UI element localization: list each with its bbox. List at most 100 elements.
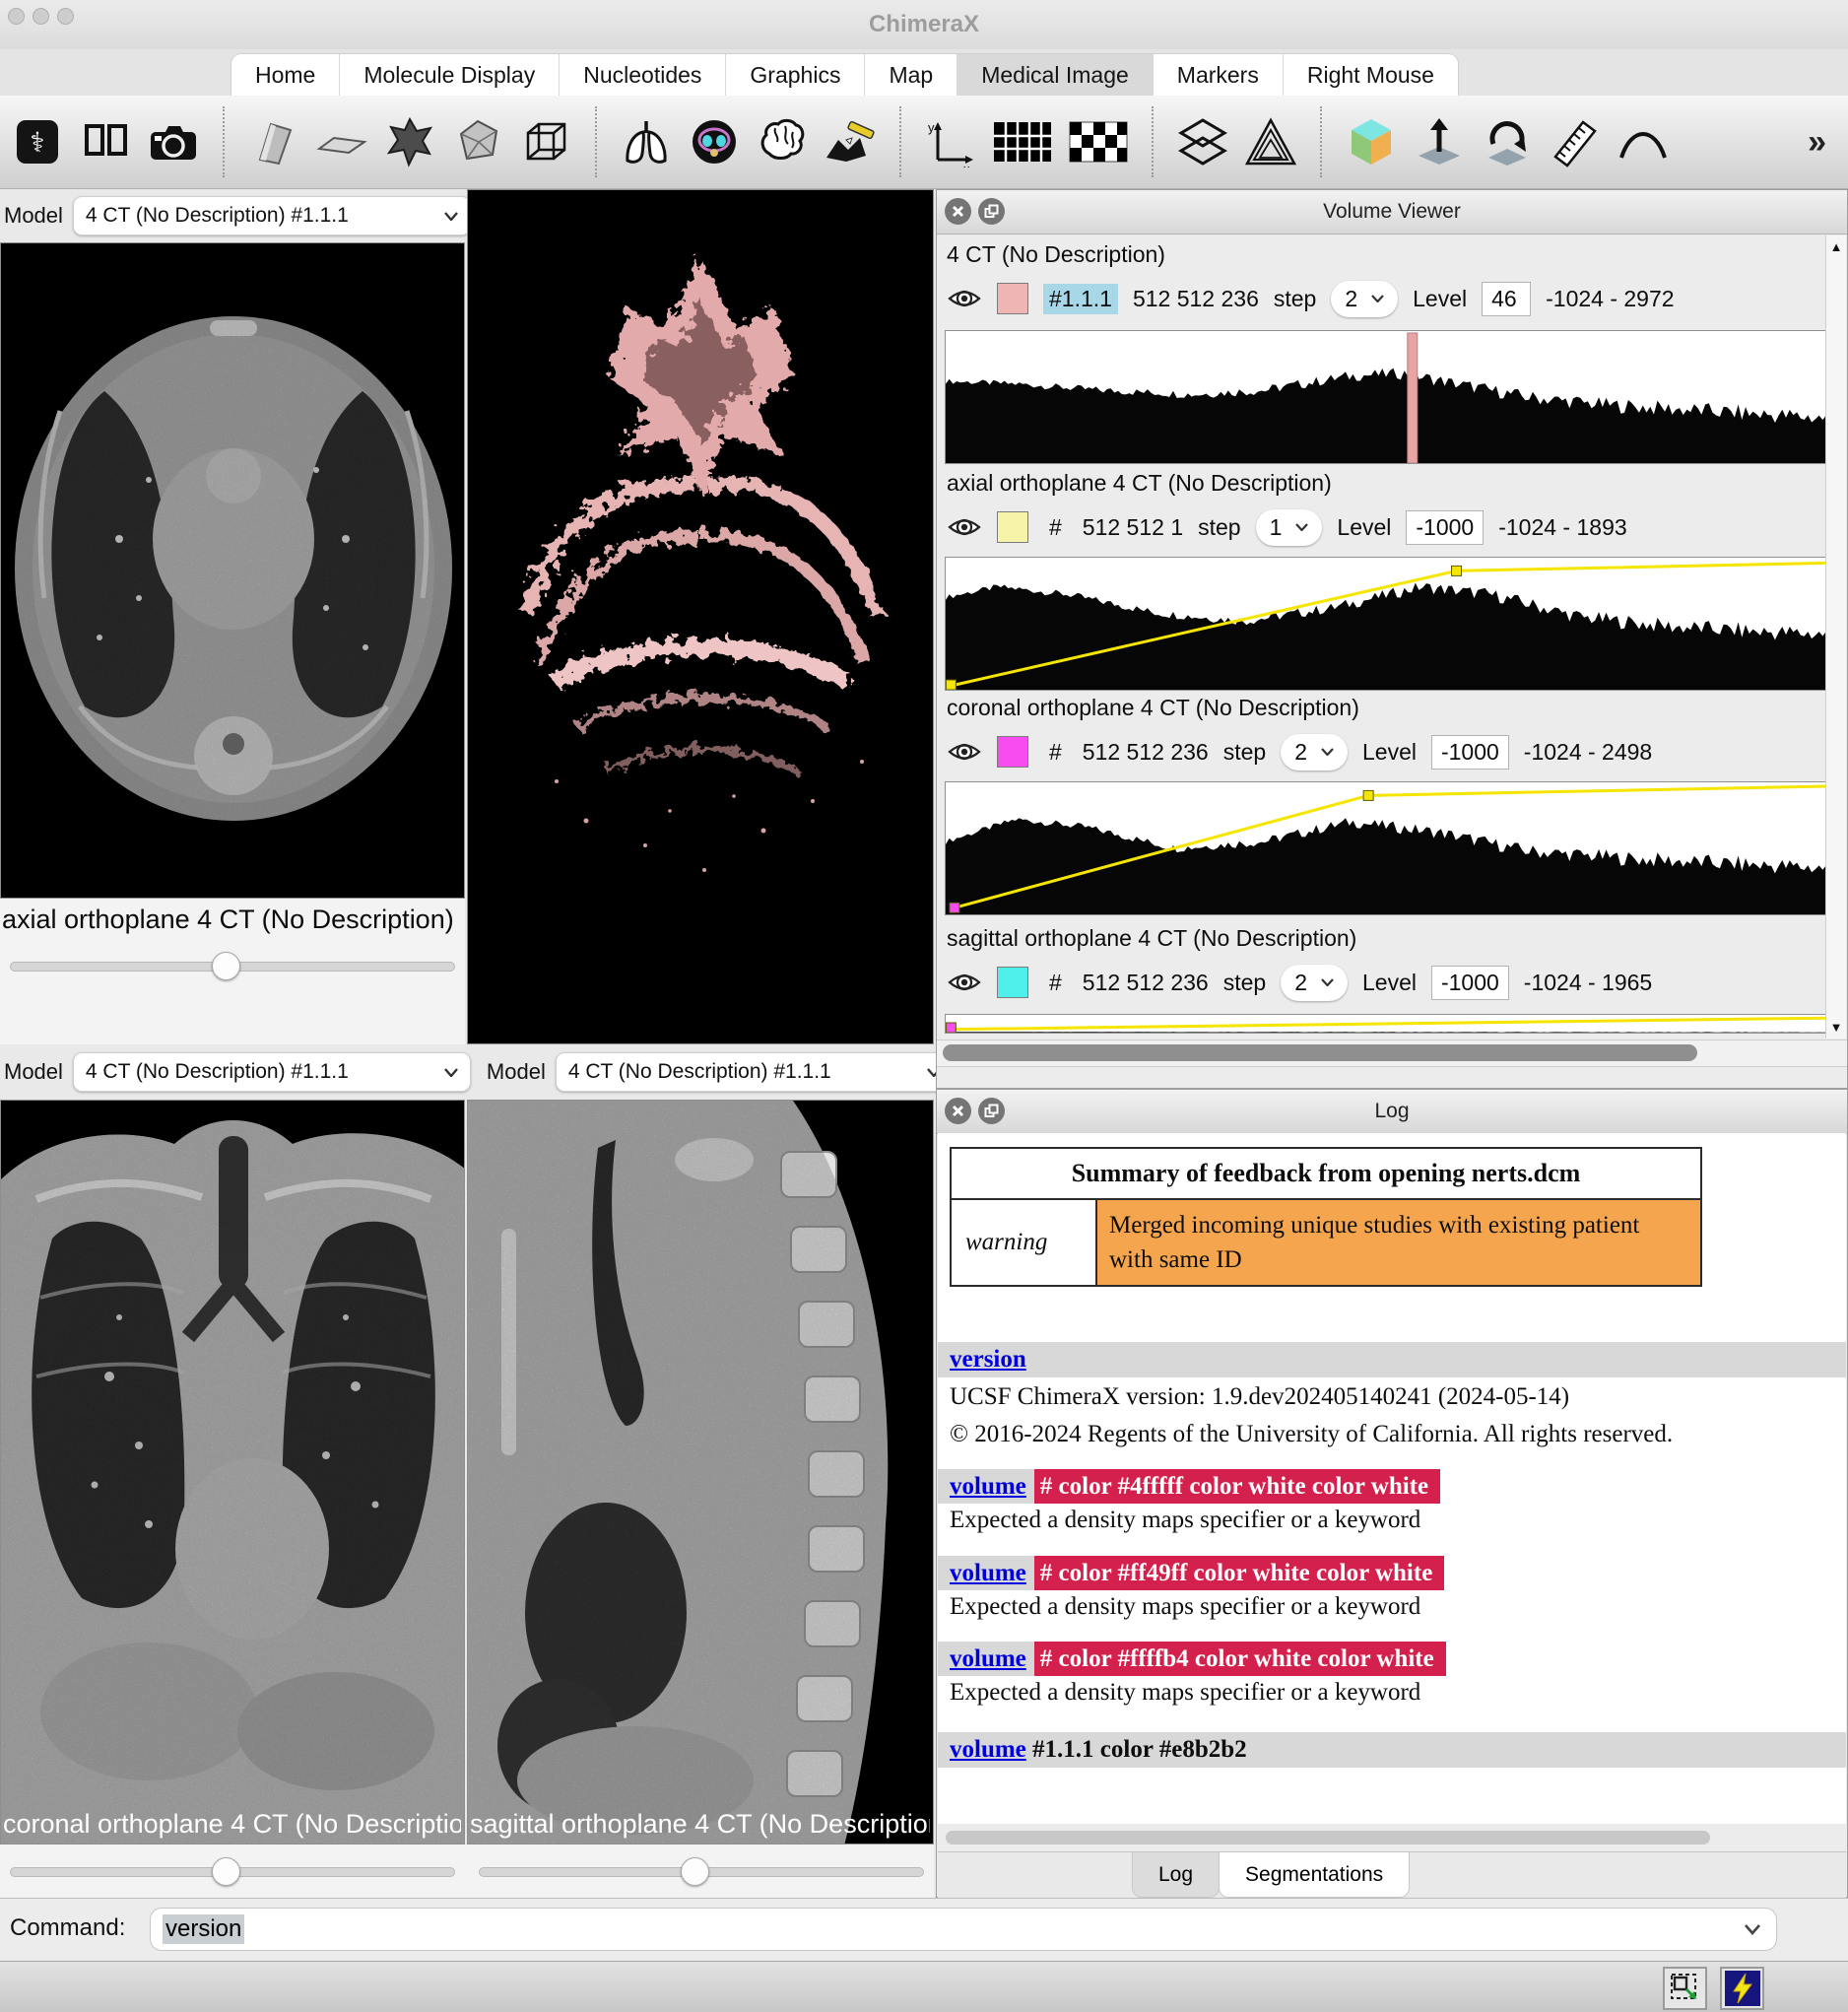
toolbar-overflow-button[interactable]: » bbox=[1808, 123, 1838, 162]
medical-image-icon[interactable]: ⚕ bbox=[10, 114, 65, 169]
tile-windows-icon[interactable] bbox=[78, 114, 133, 169]
model-id-chip[interactable]: # bbox=[1043, 737, 1068, 768]
version-command-link[interactable]: version bbox=[950, 1346, 1026, 1373]
tab-molecule-display[interactable]: Molecule Display bbox=[340, 54, 560, 96]
color-swatch[interactable] bbox=[997, 283, 1028, 314]
move-up-icon[interactable] bbox=[1412, 114, 1467, 169]
scroll-down-arrow[interactable]: ▼ bbox=[1826, 1020, 1846, 1035]
model-id-chip[interactable]: # bbox=[1043, 512, 1068, 543]
scroll-up-arrow[interactable]: ▲ bbox=[1826, 239, 1846, 254]
curve-smooth-icon[interactable] bbox=[1616, 114, 1671, 169]
ruler-icon[interactable] bbox=[1548, 114, 1603, 169]
volume-command-link[interactable]: volume bbox=[950, 1473, 1026, 1500]
lungs-icon[interactable] bbox=[619, 114, 674, 169]
step-select[interactable]: 2 bbox=[1331, 281, 1398, 317]
level-input[interactable]: -1000 bbox=[1431, 735, 1509, 770]
level-input[interactable]: -1000 bbox=[1406, 510, 1484, 545]
sagittal-viewport[interactable]: sagittal orthoplane 4 CT (No Description… bbox=[467, 1100, 934, 1844]
model-id-chip[interactable]: #1.1.1 bbox=[1043, 284, 1118, 314]
volume-command-link[interactable]: volume bbox=[950, 1560, 1026, 1586]
stacked-layers-icon[interactable] bbox=[1175, 114, 1230, 169]
slider-handle[interactable] bbox=[212, 1857, 240, 1886]
airways-preset-icon[interactable] bbox=[823, 114, 878, 169]
tab-graphics[interactable]: Graphics bbox=[726, 54, 865, 96]
color-swatch[interactable] bbox=[997, 736, 1028, 768]
axial-caption: axial orthoplane 4 CT (No Description) bbox=[0, 899, 465, 935]
tab-right-mouse[interactable]: Right Mouse bbox=[1284, 54, 1458, 96]
scrollbar-thumb[interactable] bbox=[946, 1831, 1710, 1844]
value-range: -1024 - 2972 bbox=[1546, 286, 1674, 312]
brain-preset-icon[interactable] bbox=[755, 114, 810, 169]
fast-mode-button[interactable] bbox=[1720, 1967, 1764, 2010]
model-id-chip[interactable]: # bbox=[1043, 968, 1068, 998]
triangle-stack-icon[interactable] bbox=[1243, 114, 1298, 169]
volume-row-controls: # 512 512 236 step 2 Level -1000 -1024 -… bbox=[947, 959, 1817, 1006]
axial-viewport[interactable] bbox=[0, 242, 465, 899]
polyhedron-surface-icon[interactable] bbox=[450, 114, 505, 169]
box-outline-icon[interactable] bbox=[518, 114, 573, 169]
tab-map[interactable]: Map bbox=[865, 54, 957, 96]
intensity-histogram[interactable] bbox=[945, 781, 1827, 915]
visibility-eye-icon[interactable] bbox=[947, 514, 982, 540]
visibility-eye-icon[interactable] bbox=[947, 970, 982, 995]
step-select[interactable]: 2 bbox=[1281, 965, 1348, 1001]
color-cube-icon[interactable] bbox=[1344, 114, 1399, 169]
slab-icon[interactable] bbox=[314, 114, 369, 169]
coronal-ct-image bbox=[1, 1101, 465, 1844]
volume-viewer-horizontal-scrollbar[interactable] bbox=[937, 1040, 1847, 1067]
intensity-histogram[interactable] bbox=[945, 330, 1827, 464]
slider-handle[interactable] bbox=[212, 952, 240, 980]
tab-home[interactable]: Home bbox=[231, 54, 340, 96]
volume-command-link[interactable]: volume bbox=[950, 1645, 1026, 1672]
log-header: Log bbox=[937, 1090, 1847, 1134]
sagittal-slice-slider[interactable] bbox=[469, 1856, 934, 1886]
log-horizontal-scrollbar[interactable] bbox=[938, 1824, 1846, 1851]
coronal-model-select[interactable]: 4 CT (No Description) #1.1.1 bbox=[73, 1052, 471, 1092]
level-input[interactable]: 46 bbox=[1482, 282, 1531, 316]
axial-model-bar: Model 4 CT (No Description) #1.1.1 bbox=[0, 189, 465, 242]
axial-model-select[interactable]: 4 CT (No Description) #1.1.1 bbox=[73, 196, 471, 235]
rotate-icon[interactable] bbox=[1480, 114, 1535, 169]
warning-label: warning bbox=[951, 1199, 1096, 1286]
sagittal-model-select[interactable]: 4 CT (No Description) #1.1.1 bbox=[556, 1052, 954, 1092]
color-swatch[interactable] bbox=[997, 511, 1028, 543]
command-input[interactable]: version bbox=[150, 1908, 1777, 1951]
slider-handle[interactable] bbox=[681, 1857, 709, 1886]
intensity-histogram-clipped[interactable] bbox=[945, 1014, 1827, 1034]
axial-slice-slider[interactable] bbox=[0, 951, 465, 980]
snapshot-camera-icon[interactable] bbox=[146, 114, 201, 169]
toolbar-separator bbox=[595, 106, 597, 177]
volume-command-link[interactable]: volume bbox=[950, 1736, 1026, 1763]
model-label: Model bbox=[4, 203, 63, 229]
volume-3d-viewport[interactable] bbox=[467, 189, 934, 1044]
step-select[interactable]: 2 bbox=[1281, 734, 1348, 771]
clip-plane-icon[interactable] bbox=[246, 114, 301, 169]
command-history-chevron-icon[interactable] bbox=[1745, 1924, 1760, 1935]
toolbar-separator bbox=[1152, 106, 1154, 177]
tab-markers[interactable]: Markers bbox=[1154, 54, 1284, 96]
step-select[interactable]: 1 bbox=[1256, 509, 1323, 546]
checkerboard-icon[interactable] bbox=[1067, 114, 1130, 169]
tab-log[interactable]: Log bbox=[1132, 1852, 1220, 1898]
error-command-text: # color #4fffff color white color white bbox=[1034, 1469, 1440, 1504]
intensity-histogram[interactable] bbox=[945, 557, 1827, 691]
command-echo-error: volume# color #ff49ff color white color … bbox=[938, 1560, 1846, 1587]
chest-ct-preset-icon[interactable] bbox=[687, 114, 742, 169]
crinkled-surface-icon[interactable] bbox=[382, 114, 437, 169]
orient-axes-icon[interactable]: yx bbox=[923, 114, 978, 169]
resize-selection-button[interactable] bbox=[1663, 1967, 1707, 2010]
tab-segmentations[interactable]: Segmentations bbox=[1219, 1852, 1410, 1898]
tab-medical-image[interactable]: Medical Image bbox=[957, 54, 1154, 96]
scrollbar-thumb[interactable] bbox=[943, 1044, 1697, 1061]
visibility-eye-icon[interactable] bbox=[947, 739, 982, 765]
plane-grid-icon[interactable] bbox=[991, 114, 1054, 169]
visibility-eye-icon[interactable] bbox=[947, 286, 982, 311]
coronal-slice-slider[interactable] bbox=[0, 1856, 465, 1886]
coronal-viewport[interactable]: coronal orthoplane 4 CT (No Description) bbox=[0, 1100, 465, 1844]
color-swatch[interactable] bbox=[997, 967, 1028, 998]
warning-message: Merged incoming unique studies with exis… bbox=[1096, 1199, 1701, 1286]
volume-viewer-vertical-scrollbar[interactable]: ▲ ▼ bbox=[1825, 235, 1846, 1039]
tab-nucleotides[interactable]: Nucleotides bbox=[560, 54, 726, 96]
sagittal-caption: sagittal orthoplane 4 CT (No Description… bbox=[470, 1809, 930, 1840]
level-input[interactable]: -1000 bbox=[1431, 966, 1509, 1000]
